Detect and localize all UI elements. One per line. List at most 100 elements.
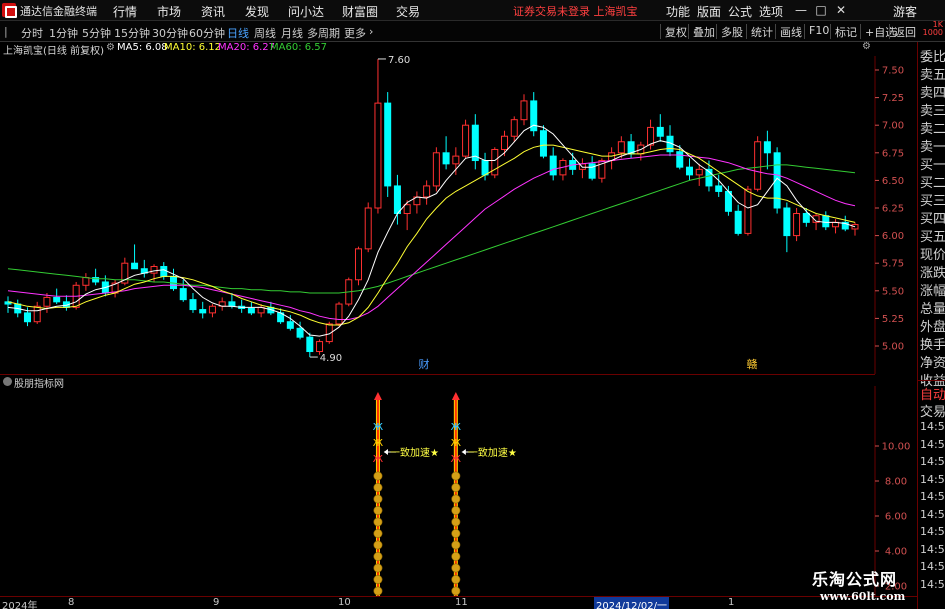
period-60min[interactable]: 60分钟 [189, 25, 225, 41]
candle [851, 222, 859, 236]
quote-field-label: 买四 [920, 212, 945, 227]
menu-layout[interactable]: 版面 [697, 3, 721, 20]
candle [140, 259, 148, 278]
arrow-left-icon [461, 449, 466, 455]
chevron-right-icon[interactable]: › [369, 25, 373, 38]
chart-settings-icon[interactable]: ⚙ [862, 41, 871, 52]
overlay-button[interactable]: 叠加 [688, 24, 715, 39]
user-label[interactable]: 游客 [893, 3, 917, 20]
candle-body [432, 152, 440, 187]
maximize-icon[interactable]: □ [813, 2, 829, 18]
price-tick-label: 6.25 [882, 204, 904, 215]
menu-formula[interactable]: 公式 [728, 3, 752, 20]
multi-stock-button[interactable]: 多股 [716, 24, 743, 39]
quote-field-label: 涨跌 [920, 266, 945, 281]
indicator-chart[interactable]: 10.008.006.004.002.00жжж 一致加速★жжж 一致加速★ [0, 386, 917, 596]
close-icon[interactable]: ✕ [833, 2, 849, 18]
candle-body [744, 188, 752, 234]
candle-body [802, 213, 810, 223]
period-5min[interactable]: 5分钟 [82, 25, 111, 41]
period-more[interactable]: 更多 [344, 25, 366, 41]
toolbar-grip-icon: | [4, 25, 8, 38]
gift-event-marker[interactable]: 赣 [747, 357, 758, 371]
ma5-label: MA5: 6.08 [117, 42, 168, 53]
candle-body [131, 262, 139, 270]
candle [432, 147, 440, 192]
settings-icon[interactable]: ⚙ [106, 42, 115, 53]
quote-field-label: 总量 [920, 302, 945, 317]
period-multi[interactable]: 多周期 [307, 25, 340, 41]
arrow-left-icon [383, 449, 388, 455]
tick-time: 14:56 [920, 507, 945, 521]
menu-trade[interactable]: 交易 [396, 3, 420, 20]
candle-body [43, 296, 51, 307]
statistics-button[interactable]: 统计 [746, 24, 773, 39]
candle-body [452, 155, 460, 165]
date-axis: 2024年 8 9 10 11 2024/12/02/一 1 [0, 596, 917, 609]
period-1min[interactable]: 1分钟 [49, 25, 78, 41]
ma20-label: MA20: 6.27 [218, 42, 276, 53]
price-tick-label: 7.50 [882, 66, 904, 77]
candle-body [393, 185, 401, 215]
candle [199, 301, 207, 319]
quote-field-label: 买五 [920, 230, 945, 245]
f10-button[interactable]: F10 [804, 24, 829, 39]
candle [588, 156, 596, 181]
candle [170, 268, 178, 291]
candle-body [306, 336, 314, 353]
candle-body [481, 160, 489, 176]
tick-time: 14:56 [920, 420, 945, 433]
menu-quotes[interactable]: 行情 [113, 3, 137, 20]
adjust-button[interactable]: 复权 [660, 24, 687, 39]
candle [530, 92, 538, 137]
app-title: 通达信金融终端 [20, 5, 97, 18]
date-label: 10 [338, 597, 351, 608]
trade-mode-tab[interactable]: 交易 [920, 401, 945, 420]
price-chart[interactable]: 7.50 7.25 7.00 6.75 6.50 6.25 6.00 5.75 5.50 5.25… [0, 56, 917, 374]
chart-info-line: 上海凯宝(日线 前复权) ⚙ MA5: 6.08 MA10: 6.12 MA20… [0, 41, 875, 57]
finance-event-marker[interactable]: 财 [419, 357, 430, 371]
candle-body [189, 299, 197, 311]
period-daily[interactable]: 日线 [227, 25, 249, 41]
coin-icon [451, 517, 461, 527]
candle [578, 158, 586, 179]
price-tick-label: 5.75 [882, 259, 904, 270]
candle [627, 134, 635, 159]
tick-time: 14:56 [920, 542, 945, 556]
signal-label: 一致加速★ [390, 446, 439, 459]
menu-wealth[interactable]: 财富圈 [342, 3, 378, 20]
menu-bar: 通达信金融终端 行情 市场 资讯 发现 问小达 财富圈 交易 证券交易未登录 上… [0, 0, 945, 21]
menu-news[interactable]: 资讯 [201, 3, 225, 20]
candle [666, 125, 674, 157]
candle [82, 273, 90, 291]
tick-time: 14:56 [920, 490, 945, 503]
back-button[interactable]: 返回 [889, 24, 916, 39]
minimize-icon[interactable]: — [793, 2, 809, 18]
menu-discover[interactable]: 发现 [245, 3, 269, 20]
period-15min[interactable]: 15分钟 [114, 25, 150, 41]
period-intraday[interactable]: 分时 [21, 25, 43, 41]
menu-functions[interactable]: 功能 [666, 3, 690, 20]
stock-title[interactable]: 上海凯宝(日线 前复权) [3, 42, 104, 57]
menu-ask[interactable]: 问小达 [288, 3, 324, 20]
toolbar: | 分时 1分钟 5分钟 15分钟 30分钟 60分钟 日线 周线 月线 多周期… [0, 21, 945, 42]
butterfly-icon: ж [373, 451, 384, 465]
period-weekly[interactable]: 周线 [254, 25, 276, 41]
candle [549, 147, 557, 181]
candle-body [53, 296, 61, 303]
period-monthly[interactable]: 月线 [281, 25, 303, 41]
draw-line-button[interactable]: 画线 [775, 24, 802, 39]
coin-icon [451, 586, 461, 596]
candle [208, 304, 216, 318]
indicator-settings-icon[interactable] [3, 377, 12, 386]
panel-divider [918, 380, 945, 381]
menu-options[interactable]: 选项 [759, 3, 783, 20]
ma60-line [7, 164, 856, 294]
price-tick-label: 6.75 [882, 148, 904, 159]
candle [306, 332, 314, 358]
menu-market[interactable]: 市场 [157, 3, 181, 20]
date-label: 11 [455, 597, 468, 608]
candle-body [247, 307, 255, 314]
mark-button[interactable]: 标记 [830, 24, 857, 39]
period-30min[interactable]: 30分钟 [152, 25, 188, 41]
